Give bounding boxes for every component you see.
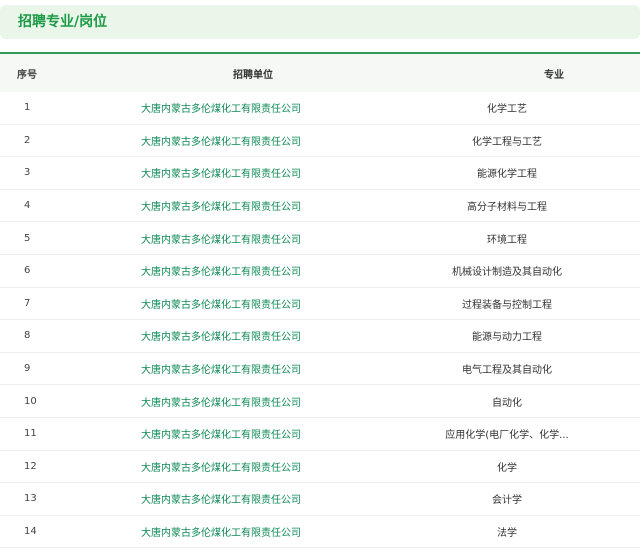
company-link[interactable]: 大唐内蒙古多伦煤化工有限责任公司 [56, 263, 386, 278]
row-index: 6 [24, 265, 31, 277]
major-text: 高分子材料与工程 [467, 202, 547, 214]
company-link[interactable]: 大唐内蒙古多伦煤化工有限责任公司 [56, 231, 386, 246]
major-text: 能源化学工程 [477, 169, 537, 181]
table-body: 1 大唐内蒙古多伦煤化工有限责任公司 化学工艺 2 大唐内蒙古多伦煤化工有限责任公司 化学… [0, 92, 640, 548]
table-row: 9 大唐内蒙古多伦煤化工有限责任公司 电气工程及其自动化 [0, 353, 640, 386]
company-link[interactable]: 大唐内蒙古多伦煤化工有限责任公司 [56, 296, 386, 311]
company-link[interactable]: 大唐内蒙古多伦煤化工有限责任公司 [56, 133, 386, 148]
table-row: 1 大唐内蒙古多伦煤化工有限责任公司 化学工艺 [0, 92, 640, 125]
major-text: 能源与动力工程 [472, 332, 542, 344]
table-row: 5 大唐内蒙古多伦煤化工有限责任公司 环境工程 [0, 222, 640, 255]
header-company: 招聘单位 [233, 69, 273, 81]
row-index: 14 [24, 526, 37, 538]
table-row: 8 大唐内蒙古多伦煤化工有限责任公司 能源与动力工程 [0, 320, 640, 353]
row-index: 8 [24, 330, 31, 342]
company-link[interactable]: 大唐内蒙古多伦煤化工有限责任公司 [56, 524, 386, 539]
major-text: 化学工艺 [487, 104, 527, 116]
table-row: 3 大唐内蒙古多伦煤化工有限责任公司 能源化学工程 [0, 157, 640, 190]
table-row: 6 大唐内蒙古多伦煤化工有限责任公司 机械设计制造及其自动化 [0, 255, 640, 288]
company-link[interactable]: 大唐内蒙古多伦煤化工有限责任公司 [56, 328, 386, 343]
recruitment-table: 序号 招聘单位 专业 1 大唐内蒙古多伦煤化工有限责任公司 化学工艺 2 大唐内蒙古多伦… [0, 52, 640, 548]
company-link[interactable]: 大唐内蒙古多伦煤化工有限责任公司 [56, 361, 386, 376]
table-row: 10 大唐内蒙古多伦煤化工有限责任公司 自动化 [0, 385, 640, 418]
row-index: 13 [24, 493, 37, 505]
major-text: 会计学 [492, 495, 522, 507]
major-text: 化学 [497, 462, 517, 474]
table-row: 7 大唐内蒙古多伦煤化工有限责任公司 过程装备与控制工程 [0, 288, 640, 321]
row-index: 5 [24, 232, 31, 244]
company-link[interactable]: 大唐内蒙古多伦煤化工有限责任公司 [56, 100, 386, 115]
row-index: 3 [24, 167, 31, 179]
company-link[interactable]: 大唐内蒙古多伦煤化工有限责任公司 [56, 394, 386, 409]
row-index: 2 [24, 134, 31, 146]
section-header: 招聘专业/岗位 [0, 5, 640, 39]
header-major: 专业 [544, 69, 564, 81]
major-text: 过程装备与控制工程 [462, 299, 552, 311]
company-link[interactable]: 大唐内蒙古多伦煤化工有限责任公司 [56, 165, 386, 180]
row-index: 11 [24, 428, 37, 440]
row-index: 1 [24, 102, 31, 114]
major-text: 化学工程与工艺 [472, 136, 542, 148]
company-link[interactable]: 大唐内蒙古多伦煤化工有限责任公司 [56, 198, 386, 213]
header-index: 序号 [17, 69, 37, 81]
table-row: 12 大唐内蒙古多伦煤化工有限责任公司 化学 [0, 451, 640, 484]
major-text: 法学 [497, 528, 517, 540]
major-text: 应用化学(电厂化学、化学... [445, 430, 569, 442]
table-row: 11 大唐内蒙古多伦煤化工有限责任公司 应用化学(电厂化学、化学... [0, 418, 640, 451]
page: 招聘专业/岗位 序号 招聘单位 专业 1 大唐内蒙古多伦煤化工有限责任公司 化学工艺… [0, 0, 640, 548]
company-link[interactable]: 大唐内蒙古多伦煤化工有限责任公司 [56, 426, 386, 441]
table-row: 2 大唐内蒙古多伦煤化工有限责任公司 化学工程与工艺 [0, 125, 640, 158]
table-row: 13 大唐内蒙古多伦煤化工有限责任公司 会计学 [0, 483, 640, 516]
company-link[interactable]: 大唐内蒙古多伦煤化工有限责任公司 [56, 459, 386, 474]
major-text: 机械设计制造及其自动化 [452, 267, 562, 279]
section-title: 招聘专业/岗位 [18, 14, 108, 30]
row-index: 9 [24, 363, 31, 375]
major-text: 电气工程及其自动化 [462, 365, 552, 377]
row-index: 4 [24, 200, 31, 212]
table-row: 14 大唐内蒙古多伦煤化工有限责任公司 法学 [0, 516, 640, 548]
company-link[interactable]: 大唐内蒙古多伦煤化工有限责任公司 [56, 491, 386, 506]
major-text: 自动化 [492, 397, 522, 409]
row-index: 12 [24, 460, 37, 472]
table-header: 序号 招聘单位 专业 [0, 54, 640, 92]
row-index: 10 [24, 395, 37, 407]
major-text: 环境工程 [487, 234, 527, 246]
row-index: 7 [24, 297, 31, 309]
table-row: 4 大唐内蒙古多伦煤化工有限责任公司 高分子材料与工程 [0, 190, 640, 223]
